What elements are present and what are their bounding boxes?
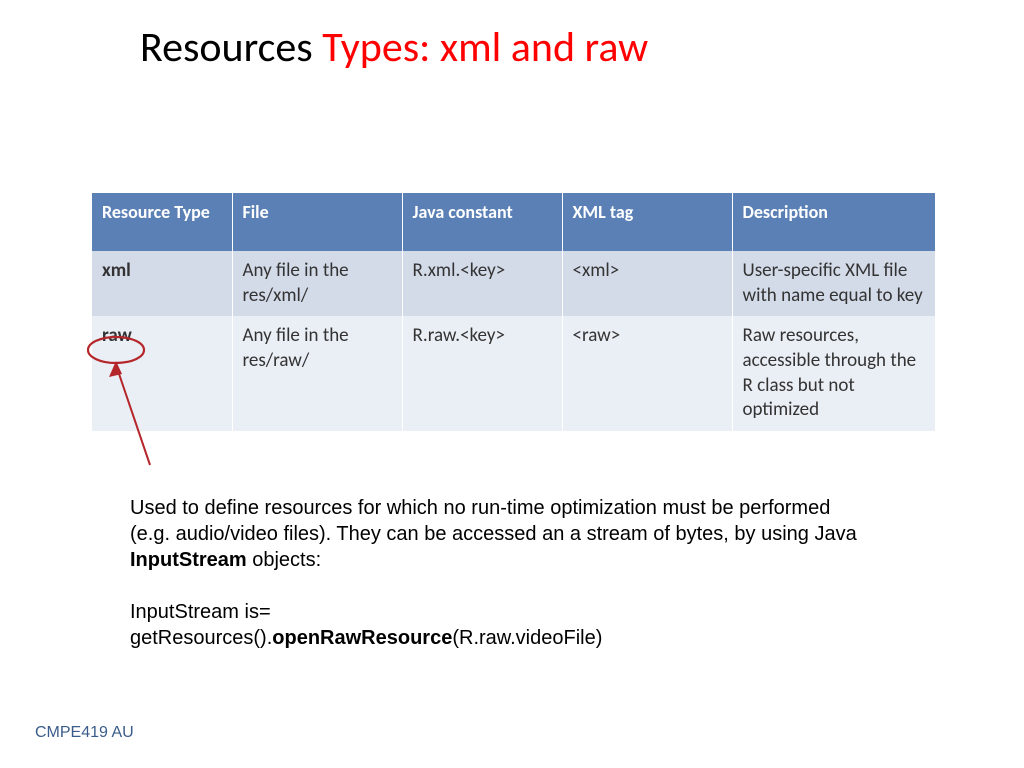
title-black: Resources — [140, 22, 322, 73]
cell-file: Any file in the res/raw/ — [232, 316, 402, 431]
slide-title: Resources Types: xml and raw — [140, 22, 648, 73]
body-paragraph-2: InputStream is= getResources().openRawRe… — [130, 599, 870, 651]
th-resource-type: Resource Type — [92, 193, 232, 251]
resource-table: Resource Type File Java constant XML tag… — [92, 193, 935, 431]
body-p2d: (R.raw.videoFile) — [452, 627, 602, 649]
th-file: File — [232, 193, 402, 251]
cell-tag: <xml> — [562, 251, 732, 316]
cell-file: Any file in the res/xml/ — [232, 251, 402, 316]
th-java-constant: Java constant — [402, 193, 562, 251]
body-p1a: Used to define resources for which no ru… — [130, 497, 857, 545]
cell-desc: User-specific XML file with name equal t… — [732, 251, 935, 316]
footer-label: CMPE419 AU — [35, 724, 134, 742]
body-p1c: objects: — [247, 549, 321, 571]
body-p2c: openRawResource — [272, 627, 452, 649]
cell-rt: xml — [92, 251, 232, 316]
table-row: xml Any file in the res/xml/ R.xml.<key>… — [92, 251, 935, 316]
th-xml-tag: XML tag — [562, 193, 732, 251]
cell-desc: Raw resources, accessible through the R … — [732, 316, 935, 431]
body-p1b: InputStream — [130, 549, 247, 571]
th-description: Description — [732, 193, 935, 251]
cell-jc: R.raw.<key> — [402, 316, 562, 431]
body-p2a: InputStream is= — [130, 601, 271, 623]
cell-jc: R.xml.<key> — [402, 251, 562, 316]
table-row: raw Any file in the res/raw/ R.raw.<key>… — [92, 316, 935, 431]
body-paragraph-1: Used to define resources for which no ru… — [130, 495, 870, 573]
cell-rt: raw — [92, 316, 232, 431]
cell-tag: <raw> — [562, 316, 732, 431]
body-p2b: getResources(). — [130, 627, 272, 649]
body-text: Used to define resources for which no ru… — [130, 495, 870, 677]
table-header-row: Resource Type File Java constant XML tag… — [92, 193, 935, 251]
title-red: Types: xml and raw — [322, 22, 648, 73]
